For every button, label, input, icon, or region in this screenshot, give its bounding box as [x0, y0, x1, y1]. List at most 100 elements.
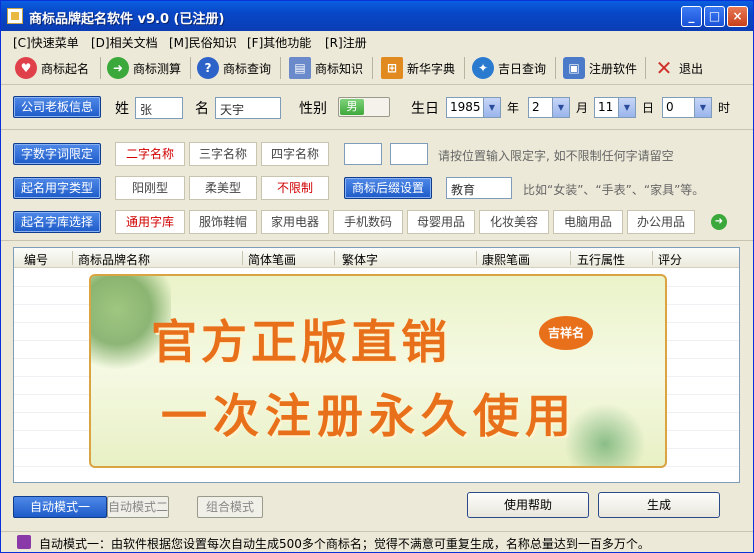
title-bar[interactable]: 商标品牌起名软件 v9.0 (已注册) _ □ ×	[1, 1, 753, 31]
toolbar-knowledge-button[interactable]: ▤ 商标知识	[289, 54, 363, 82]
toolbar-register-button[interactable]: ▣ 注册软件	[563, 54, 637, 82]
month-value: 2	[532, 100, 540, 114]
suffix-input[interactable]: 教育	[446, 177, 512, 199]
toolbar-divider	[645, 57, 646, 79]
suffix-hint: 比如“女装”、“手表”、“家具”等。	[523, 183, 705, 197]
toolbar-evaluate-button[interactable]: ➜ 商标测算	[107, 54, 181, 82]
limit-char-input-2[interactable]	[390, 143, 428, 165]
library-appliances[interactable]: 家用电器	[261, 210, 329, 234]
gender-toggle-value: 男	[340, 99, 364, 115]
length-limit-button[interactable]: 字数字词限定	[13, 143, 101, 165]
toolbar: ♥ 商标起名 ➜ 商标测算 ? 商标查询 ▤ 商标知识 ⊞ 新华字典 ✦ 吉日查…	[1, 51, 753, 85]
gender-toggle[interactable]: 男	[338, 97, 390, 117]
banner-subheadline: 一次注册永久使用	[161, 389, 577, 443]
chevron-down-icon: ▼	[618, 98, 635, 117]
two-char-option[interactable]: 二字名称	[115, 142, 185, 166]
char-type-button[interactable]: 起名用字类型	[13, 177, 101, 199]
toolbar-exit-button[interactable]: ✕ 退出	[653, 54, 703, 82]
surname-input[interactable]: 张	[135, 97, 183, 119]
column-separator	[570, 251, 571, 265]
toolbar-divider	[555, 57, 556, 79]
year-value: 1985	[450, 100, 481, 114]
toolbar-divider	[372, 57, 373, 79]
toolbar-label: 商标知识	[315, 61, 364, 76]
library-general[interactable]: 通用字库	[115, 210, 185, 234]
library-select-button[interactable]: 起名字库选择	[13, 211, 101, 233]
book-icon	[17, 535, 31, 549]
minimize-button[interactable]: _	[681, 6, 702, 27]
library-cosmetics[interactable]: 化妆美容	[479, 210, 549, 234]
close-button[interactable]: ×	[727, 6, 748, 27]
hour-value: 0	[666, 100, 674, 114]
col-kangxi-strokes[interactable]: 康熙笔画	[482, 251, 530, 268]
col-traditional[interactable]: 繁体字	[342, 251, 378, 268]
limit-char-input-1[interactable]	[344, 143, 382, 165]
menu-folk[interactable]: [M]民俗知识	[169, 34, 237, 51]
help-button[interactable]: 使用帮助	[467, 492, 589, 518]
toolbar-label: 商标查询	[223, 61, 272, 76]
toolbar-divider	[100, 57, 101, 79]
generate-button[interactable]: 生成	[598, 492, 720, 518]
column-separator	[242, 251, 243, 265]
chevron-down-icon: ▼	[694, 98, 711, 117]
toolbar-divider	[280, 57, 281, 79]
hour-unit: 时	[718, 101, 731, 115]
arrow-right-icon: ➜	[107, 57, 129, 79]
feminine-option[interactable]: 柔美型	[189, 176, 257, 200]
four-char-option[interactable]: 四字名称	[261, 142, 329, 166]
computer-icon: ▣	[563, 57, 585, 79]
month-select[interactable]: 2 ▼	[528, 97, 570, 118]
col-five-elements[interactable]: 五行属性	[577, 251, 625, 268]
col-brand-name[interactable]: 商标品牌名称	[78, 251, 150, 268]
three-char-option[interactable]: 三字名称	[189, 142, 257, 166]
menu-register[interactable]: [R]注册	[325, 34, 367, 51]
col-number[interactable]: 编号	[24, 251, 48, 268]
masculine-option[interactable]: 阳刚型	[115, 176, 185, 200]
col-score[interactable]: 评分	[658, 251, 682, 268]
year-unit: 年	[507, 101, 520, 115]
library-baby[interactable]: 母婴用品	[407, 210, 475, 234]
birthday-label: 生日	[411, 101, 439, 117]
auto-mode-one-button[interactable]: 自动模式一	[13, 496, 107, 518]
toolbar-query-button[interactable]: ? 商标查询	[197, 54, 271, 82]
library-office[interactable]: 办公用品	[627, 210, 695, 234]
library-computer[interactable]: 电脑用品	[553, 210, 623, 234]
column-separator	[334, 251, 335, 265]
given-name-input[interactable]: 天宇	[215, 97, 281, 119]
col-simplified-strokes[interactable]: 简体笔画	[248, 251, 296, 268]
day-unit: 日	[642, 101, 655, 115]
day-select[interactable]: 11 ▼	[594, 97, 636, 118]
menu-quick[interactable]: [C]快速菜单	[13, 34, 79, 51]
chevron-down-icon: ▼	[552, 98, 569, 117]
toolbar-label: 新华字典	[407, 61, 456, 76]
menu-docs[interactable]: [D]相关文档	[91, 34, 158, 51]
toolbar-divider	[464, 57, 465, 79]
toolbar-lucky-day-button[interactable]: ✦ 吉日查询	[472, 54, 546, 82]
palm-decoration	[565, 396, 645, 466]
menu-other[interactable]: [F]其他功能	[247, 34, 311, 51]
chevron-down-icon: ▼	[483, 98, 500, 117]
maximize-button[interactable]: □	[704, 6, 725, 27]
next-arrow-icon[interactable]: ➜	[711, 214, 727, 230]
compass-icon: ✦	[472, 57, 494, 79]
toolbar-dictionary-button[interactable]: ⊞ 新华字典	[381, 54, 455, 82]
column-separator	[476, 251, 477, 265]
close-x-icon: ✕	[655, 56, 673, 80]
gender-label: 性别	[299, 101, 327, 117]
hour-select[interactable]: 0 ▼	[662, 97, 712, 118]
document-icon: ▤	[289, 57, 311, 79]
library-digital[interactable]: 手机数码	[333, 210, 403, 234]
surname-label: 姓	[115, 101, 129, 117]
suffix-settings-button[interactable]: 商标后缀设置	[344, 177, 432, 199]
menu-bar: [C]快速菜单 [D]相关文档 [M]民俗知识 [F]其他功能 [R]注册	[1, 31, 753, 51]
owner-info-button[interactable]: 公司老板信息	[13, 96, 101, 118]
combo-mode-button[interactable]: 组合模式	[197, 496, 263, 518]
auto-mode-two-button[interactable]: 自动模式二	[107, 496, 169, 518]
library-apparel[interactable]: 服饰鞋帽	[189, 210, 257, 234]
toolbar-naming-button[interactable]: ♥ 商标起名	[15, 54, 89, 82]
unlimited-option[interactable]: 不限制	[261, 176, 329, 200]
status-text: 自动模式一：由软件根据您设置每次自动生成500多个商标名；觉得不满意可重复生成，…	[39, 537, 650, 551]
toolbar-label: 注册软件	[589, 61, 638, 76]
year-select[interactable]: 1985 ▼	[446, 97, 501, 118]
day-value: 11	[598, 100, 614, 114]
